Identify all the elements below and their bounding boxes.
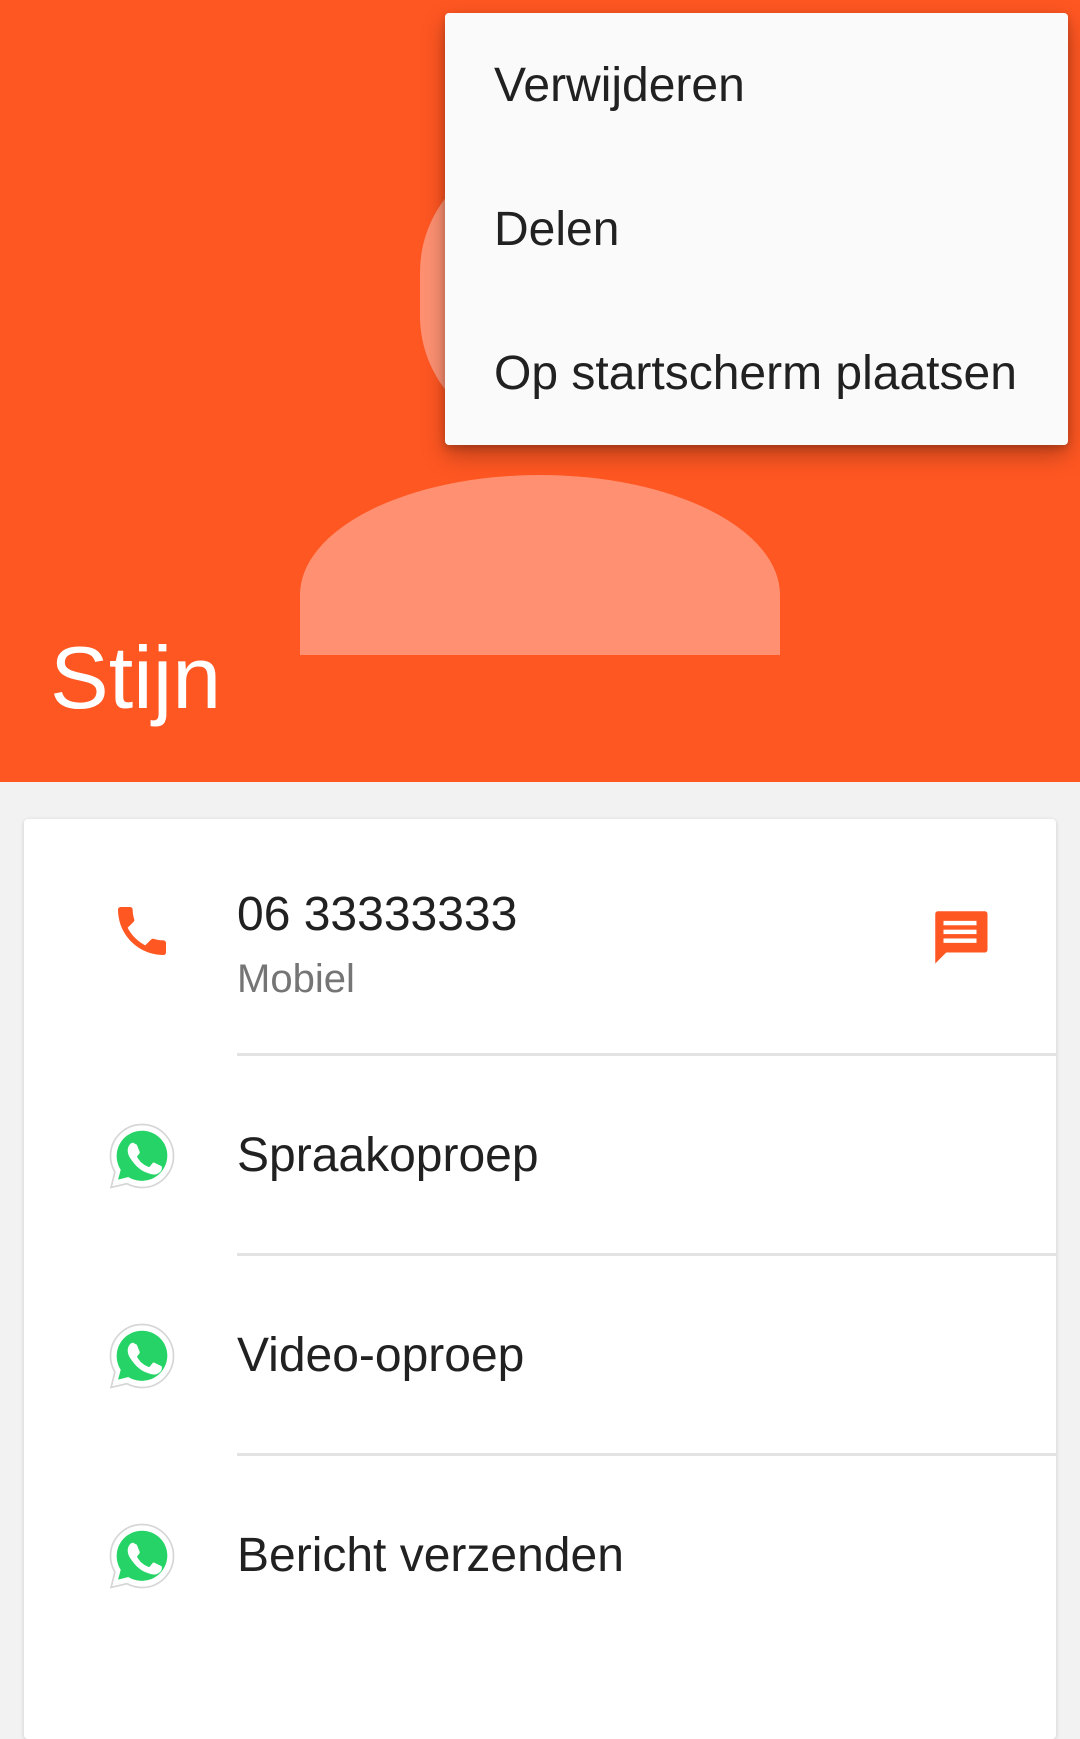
whatsapp-action-label: Video-oproep	[237, 1329, 525, 1382]
whatsapp-action-label: Spraakoproep	[237, 1129, 539, 1182]
whatsapp-icon	[109, 1523, 175, 1589]
menu-item-add-to-home-screen[interactable]: Op startscherm plaatsen	[445, 301, 1068, 445]
whatsapp-video-call-row[interactable]: Video-oproep	[24, 1256, 1056, 1456]
whatsapp-message-row[interactable]: Bericht verzenden	[24, 1456, 1056, 1656]
whatsapp-icon	[109, 1123, 175, 1189]
whatsapp-action-label: Bericht verzenden	[237, 1529, 624, 1582]
menu-item-share[interactable]: Delen	[445, 157, 1068, 301]
whatsapp-icon	[109, 1323, 175, 1389]
avatar-placeholder-body	[300, 475, 780, 655]
contact-name: Stijn	[50, 628, 222, 727]
contact-details-card: 06 33333333 Mobiel Spraakoproep Video-op…	[24, 819, 1056, 1739]
phone-icon	[118, 907, 166, 955]
whatsapp-voice-call-row[interactable]: Spraakoproep	[24, 1056, 1056, 1256]
menu-item-delete[interactable]: Verwijderen	[445, 13, 1068, 157]
sms-icon[interactable]	[927, 903, 993, 969]
phone-row[interactable]: 06 33333333 Mobiel	[24, 819, 1056, 1056]
phone-type-label: Mobiel	[237, 957, 355, 1001]
overflow-menu: Verwijderen Delen Op startscherm plaatse…	[445, 13, 1068, 445]
phone-number: 06 33333333	[237, 888, 518, 941]
